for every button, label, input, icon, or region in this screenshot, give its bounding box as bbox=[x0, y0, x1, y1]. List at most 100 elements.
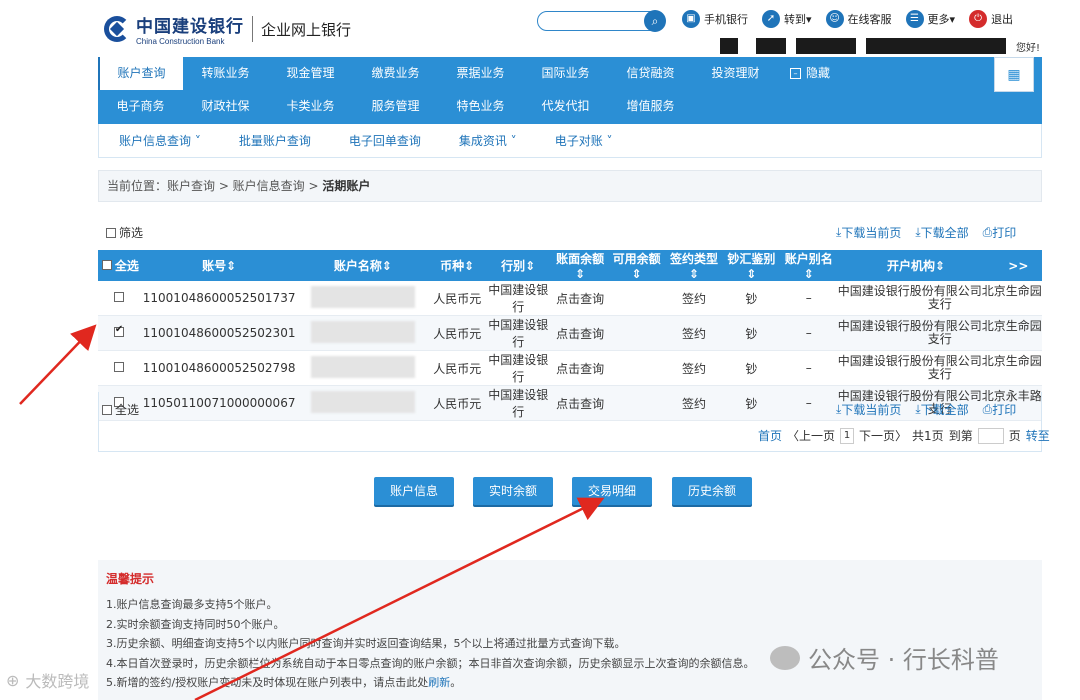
download-page-link[interactable]: ⤓ 下载当前页 bbox=[836, 224, 901, 241]
subnav-integrated-info[interactable]: 集成资讯 ˅ bbox=[459, 132, 517, 149]
sign-type: 签约 bbox=[665, 281, 723, 316]
col-sign-type[interactable]: 签约类型⇕ bbox=[665, 250, 723, 281]
col-book-balance[interactable]: 账面余额⇕ bbox=[552, 250, 608, 281]
col-bank[interactable]: 行别⇕ bbox=[484, 250, 553, 281]
cash-type: 钞 bbox=[722, 350, 781, 386]
print-link[interactable]: ⎙ 打印 bbox=[983, 401, 1017, 418]
grid-menu-icon[interactable]: ▦ bbox=[994, 57, 1034, 92]
tip-item: 5.新增的签约/授权账户变动未及时体现在账户列表中，请点击此处刷新。 bbox=[106, 676, 462, 689]
bank-logo[interactable]: 中国建设银行 China Construction Bank 企业网上银行 bbox=[104, 12, 351, 46]
goto-button[interactable]: 转至 bbox=[1026, 427, 1050, 444]
nav-payment[interactable]: 缴费业务 bbox=[353, 57, 438, 90]
nav-card[interactable]: 卡类业务 bbox=[268, 90, 353, 124]
first-page-link[interactable]: 首页 bbox=[758, 427, 782, 444]
print-link[interactable]: ⎙ 打印 bbox=[983, 224, 1017, 241]
next-page-link[interactable]: 下一页〉 bbox=[859, 427, 907, 444]
goto-menu[interactable]: ➚ 转到▾ bbox=[762, 10, 812, 28]
account-info-button[interactable]: 账户信息 bbox=[374, 477, 454, 505]
download-all-link[interactable]: ⤓ 下载全部 bbox=[915, 401, 968, 418]
subnav-reconciliation[interactable]: 电子对账 ˅ bbox=[555, 132, 613, 149]
account-number[interactable]: 11001048600052502301 bbox=[142, 315, 296, 351]
nav-account-query[interactable]: 账户查询 bbox=[98, 57, 183, 90]
nav-agency[interactable]: 代发代扣 bbox=[523, 90, 608, 124]
arrow-to-checkbox bbox=[19, 324, 97, 405]
tips-title: 温馨提示 bbox=[106, 572, 155, 586]
sort-icon: ⇕ bbox=[525, 259, 536, 273]
account-number[interactable]: 11001048600052502798 bbox=[142, 350, 296, 386]
select-all-checkbox[interactable] bbox=[101, 260, 112, 270]
redaction-mask bbox=[756, 38, 786, 54]
tips-panel: 温馨提示 1.账户信息查询最多支持5个账户。 2.实时余额查询支持同时50个账户… bbox=[98, 560, 1042, 700]
col-account[interactable]: 账号⇕ bbox=[142, 250, 296, 281]
sort-icon: ⇕ bbox=[803, 267, 814, 281]
download-all-link[interactable]: ⤓ 下载全部 bbox=[915, 224, 968, 241]
more-icon: ☰ bbox=[905, 10, 924, 28]
nav-transfer[interactable]: 转账业务 bbox=[183, 57, 268, 90]
redacted-name bbox=[310, 285, 415, 308]
scroll-right-icon[interactable]: >> bbox=[994, 250, 1042, 281]
row-checkbox[interactable] bbox=[113, 292, 124, 302]
balance-query-link[interactable]: 点击查询 bbox=[552, 315, 608, 351]
row-checkbox[interactable] bbox=[113, 362, 124, 372]
row-checkbox[interactable] bbox=[113, 324, 124, 337]
goto-page-input[interactable] bbox=[977, 427, 1004, 444]
col-alias[interactable]: 账户别名⇕ bbox=[780, 250, 838, 281]
col-currency[interactable]: 币种⇕ bbox=[430, 250, 485, 281]
col-cash-type[interactable]: 钞汇鉴别⇕ bbox=[722, 250, 781, 281]
download-page-link[interactable]: ⤓ 下载当前页 bbox=[836, 401, 901, 418]
col-account-name[interactable]: 账户名称⇕ bbox=[295, 250, 431, 281]
balance-query-link[interactable]: 点击查询 bbox=[552, 281, 608, 316]
balance-query-link[interactable]: 点击查询 bbox=[552, 350, 608, 386]
col-available-balance[interactable]: 可用余额⇕ bbox=[607, 250, 666, 281]
account-number[interactable]: 11001048600052501737 bbox=[142, 281, 296, 316]
subnav-receipt[interactable]: 电子回单查询 bbox=[349, 132, 421, 149]
nav-international[interactable]: 国际业务 bbox=[523, 57, 608, 90]
more-menu[interactable]: ☰ 更多▾ bbox=[905, 10, 955, 28]
select-all-bottom[interactable]: 全选 bbox=[102, 401, 139, 418]
nav-service-management[interactable]: 服务管理 bbox=[353, 90, 438, 124]
select-all-header[interactable]: 全选 bbox=[98, 250, 143, 281]
search-input[interactable]: ⌕ bbox=[537, 10, 666, 32]
table-row[interactable]: 11001048600052502301 人民币元 中国建设银行 点击查询 签约… bbox=[98, 315, 1042, 351]
nav-featured[interactable]: 特色业务 bbox=[438, 90, 523, 124]
realtime-balance-button[interactable]: 实时余额 bbox=[473, 477, 553, 505]
nav-credit[interactable]: 信贷融资 bbox=[608, 57, 693, 90]
open-org: 中国建设银行股份有限公司北京生命园支行 bbox=[837, 350, 1042, 386]
refresh-link[interactable]: 刷新 bbox=[428, 676, 450, 689]
nav-investment[interactable]: 投资理财 bbox=[693, 57, 778, 90]
nav-cash-management[interactable]: 现金管理 bbox=[268, 57, 353, 90]
transaction-details-button[interactable]: 交易明细 bbox=[572, 477, 652, 505]
table-row[interactable]: 11001048600052502798 人民币元 中国建设银行 点击查询 签约… bbox=[98, 350, 1042, 386]
history-balance-button[interactable]: 历史余额 bbox=[672, 477, 752, 505]
search-icon[interactable]: ⌕ bbox=[644, 10, 666, 32]
prev-page-link[interactable]: 〈上一页 bbox=[787, 427, 835, 444]
table-row[interactable]: 11001048600052501737 人民币元 中国建设银行 点击查询 签约… bbox=[98, 281, 1042, 316]
hide-icon: – bbox=[790, 68, 801, 79]
filter-label: 筛选 bbox=[119, 226, 144, 240]
mobile-bank-link[interactable]: ▣ 手机银行 bbox=[682, 10, 748, 28]
nav-value-added[interactable]: 增值服务 bbox=[608, 90, 693, 124]
nav-ecommerce[interactable]: 电子商务 bbox=[98, 90, 183, 124]
redacted-name bbox=[310, 320, 415, 343]
logout-link[interactable]: ⏻ 退出 bbox=[969, 10, 1013, 28]
select-all-checkbox[interactable] bbox=[102, 404, 112, 415]
subnav-account-info[interactable]: 账户信息查询 ˅ bbox=[119, 132, 201, 149]
wechat-icon bbox=[770, 645, 800, 670]
watermark-left: ⊕ 大数跨境 bbox=[6, 670, 90, 692]
filter-checkbox[interactable] bbox=[106, 227, 116, 238]
nav-bills[interactable]: 票据业务 bbox=[438, 57, 523, 90]
subnav-batch-query[interactable]: 批量账户查询 bbox=[239, 132, 311, 149]
pagination: 首页 〈上一页 1 下一页〉 共1页 到第 页 转至 bbox=[758, 427, 1050, 444]
app-title: 企业网上银行 bbox=[261, 20, 352, 39]
nav-finance-social[interactable]: 财政社保 bbox=[183, 90, 268, 124]
sort-icon: ⇕ bbox=[464, 259, 475, 273]
col-org[interactable]: 开户机构⇕ bbox=[837, 250, 995, 281]
power-icon: ⏻ bbox=[969, 10, 988, 28]
online-service-link[interactable]: ☺ 在线客服 bbox=[825, 10, 892, 28]
sub-nav: 账户信息查询 ˅ 批量账户查询 电子回单查询 集成资讯 ˅ 电子对账 ˅ bbox=[98, 124, 1042, 158]
top-actions: ⤓ 下载当前页 ⤓ 下载全部 ⎙ 打印 bbox=[836, 224, 1016, 241]
nav-hide[interactable]: – 隐藏 bbox=[778, 57, 863, 90]
print-icon: ⎙ bbox=[982, 225, 993, 239]
ccb-logo-icon bbox=[104, 16, 130, 42]
filter-toggle[interactable]: 筛选 bbox=[106, 224, 143, 241]
